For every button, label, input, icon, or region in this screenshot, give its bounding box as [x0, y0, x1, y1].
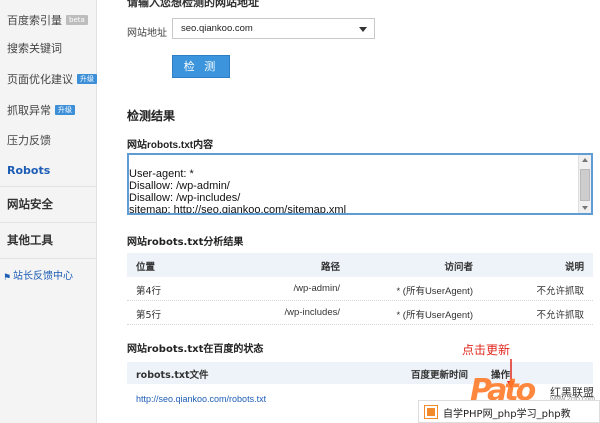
cell-position: 第4行 [136, 286, 162, 297]
sidebar: 百度索引量 beta 搜索关键词 页面优化建议 升级 抓取异常 升级 压力反馈 Rob… [0, 0, 97, 423]
scrollbar[interactable] [578, 155, 591, 213]
sidebar-item-crawl-errors[interactable]: 抓取异常 升级 [7, 104, 75, 118]
robots-line: Disallow: /wp-includes/ [129, 192, 241, 204]
sidebar-section-label: 其他工具 [7, 233, 53, 247]
cell-path: /wp-admin/ [293, 283, 340, 294]
feedback-icon: ⚑ [3, 273, 12, 283]
robots-line: User-agent: * [129, 168, 194, 180]
sidebar-item-label: 页面优化建议 [7, 73, 73, 86]
cell-path: /wp-includes/ [284, 307, 340, 318]
column-header-file: robots.txt文件 [136, 370, 209, 381]
column-header-position: 位置 [136, 262, 156, 273]
site-select[interactable]: seo.qiankoo.com [172, 18, 375, 39]
sidebar-section-site-security[interactable]: 网站安全 [7, 197, 53, 211]
watermark-square-icon [424, 405, 438, 419]
sidebar-section-label: 网站安全 [7, 197, 53, 211]
scroll-up-icon[interactable] [582, 158, 588, 162]
analysis-heading: 网站robots.txt分析结果 [127, 237, 244, 248]
beta-badge: beta [66, 15, 88, 25]
feedback-link-label: 站长反馈中心 [13, 271, 73, 282]
chevron-down-icon [359, 27, 367, 32]
sidebar-item-label: 搜索关键词 [7, 42, 62, 55]
table-row: 第4行 /wp-admin/ * (所有UserAgent) 不允许抓取 [127, 277, 593, 301]
scroll-down-icon[interactable] [582, 206, 588, 210]
cell-note: 不允许抓取 [536, 286, 584, 297]
sidebar-item-robots[interactable]: Robots [7, 164, 50, 178]
cell-note: 不允许抓取 [536, 310, 584, 321]
column-header-path: 路径 [320, 262, 340, 273]
sidebar-item-label: 压力反馈 [7, 134, 51, 147]
sidebar-section-other-tools[interactable]: 其他工具 [7, 233, 53, 247]
robots-content-heading: 网站robots.txt内容 [127, 136, 213, 151]
upgrade-badge: 升级 [77, 74, 97, 84]
sidebar-item-label: 抓取异常 [7, 104, 51, 117]
robots-content-heading-cn: 内容 [193, 140, 214, 151]
click-update-annotation: 点击更新 [462, 343, 511, 357]
column-header-note: 说明 [564, 262, 584, 273]
cell-visitor: * (所有UserAgent) [396, 286, 473, 297]
check-button[interactable]: 检 测 [172, 55, 230, 78]
feedback-center-link[interactable]: ⚑ 站长反馈中心 [3, 267, 73, 283]
results-heading: 检测结果 [127, 109, 176, 123]
cell-visitor: * (所有UserAgent) [396, 310, 473, 321]
site-label: 网站地址 [127, 28, 167, 39]
sidebar-item-pressure-feedback[interactable]: 压力反馈 [7, 134, 51, 148]
site-select-value: seo.qiankoo.com [181, 23, 253, 34]
sidebar-item-label: Robots [7, 164, 51, 177]
divider [0, 258, 97, 259]
watermark-strip: 自学PHP网_php学习_php教 [418, 400, 600, 423]
sidebar-item-search-keywords[interactable]: 搜索关键词 [7, 42, 62, 56]
divider [0, 186, 97, 187]
scrollbar-thumb[interactable] [580, 169, 590, 201]
divider [0, 222, 97, 223]
sidebar-item-label: 百度索引量 [7, 14, 62, 27]
upgrade-badge: 升级 [55, 105, 75, 115]
robots-line: Disallow: /wp-admin/ [129, 180, 230, 192]
watermark-strip-text: 自学PHP网_php学习_php教 [443, 409, 571, 420]
robots-content-textarea[interactable]: User-agent: * Disallow: /wp-admin/ Disal… [127, 153, 593, 215]
robots-line: sitemap: http://seo.qiankoo.com/sitemap.… [129, 204, 347, 215]
robots-file-link[interactable]: http://seo.qiankoo.com/robots.txt [136, 394, 266, 404]
form-title: 请输入您想检测的网站地址 [127, 0, 259, 9]
table-header: 位置 路径 访问者 说明 [127, 253, 593, 277]
sidebar-item-baidu-index[interactable]: 百度索引量 beta [7, 14, 88, 28]
column-header-visitor: 访问者 [444, 262, 473, 273]
baidu-status-heading: 网站robots.txt在百度的状态 [127, 344, 264, 355]
table-row: 第5行 /wp-includes/ * (所有UserAgent) 不允许抓取 [127, 301, 593, 325]
cell-position: 第5行 [136, 310, 162, 321]
sidebar-item-page-optimization[interactable]: 页面优化建议 升级 [7, 73, 97, 87]
robots-content-heading-en: 网站robots.txt [127, 140, 194, 151]
analysis-table: 位置 路径 访问者 说明 第4行 /wp-admin/ * (所有UserAge… [127, 253, 593, 325]
